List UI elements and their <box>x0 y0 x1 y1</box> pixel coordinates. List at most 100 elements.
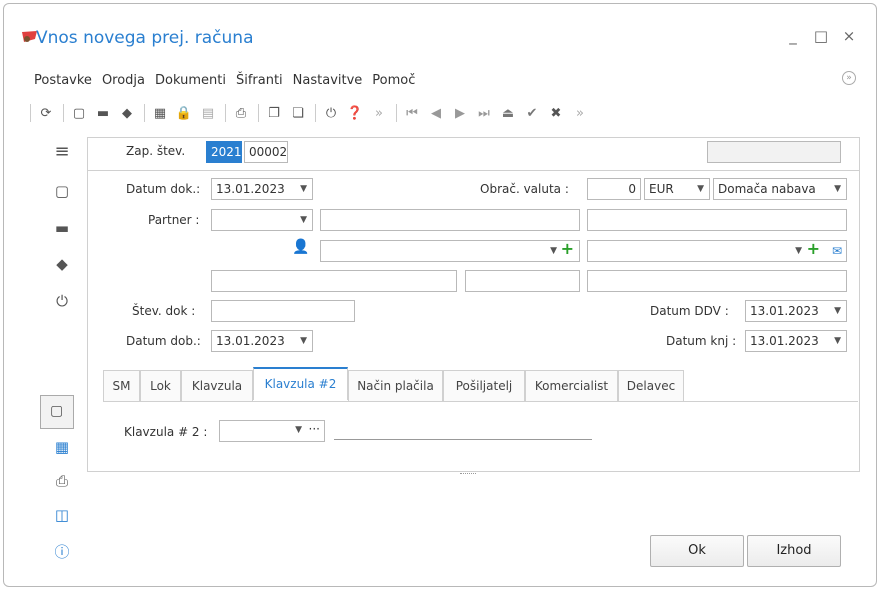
eraser-icon[interactable]: ◆ <box>118 104 136 122</box>
splitter-handle[interactable] <box>460 473 476 475</box>
datum-knj-label: Datum knj : <box>666 334 737 348</box>
menu-nastavitve[interactable]: Nastavitve <box>293 73 363 88</box>
klavzula-label: Klavzula # 2 : <box>124 425 208 439</box>
menu-sifranti[interactable]: Šifranti <box>236 73 283 88</box>
address-select[interactable]: ▼ + ✉ <box>587 240 847 262</box>
person-icon[interactable]: 👤 <box>292 239 309 255</box>
side-new-icon[interactable]: ▢ <box>50 182 74 200</box>
city-field[interactable] <box>587 270 847 292</box>
window-title: Vnos novega prej. računa <box>36 28 254 48</box>
datum-ddv-label: Datum DDV : <box>650 304 729 318</box>
datum-dok-label: Datum dok.: <box>126 182 201 196</box>
tab-posiljatelj[interactable]: Pošiljatelj <box>443 370 525 402</box>
hamburger-icon[interactable]: ≡ <box>50 141 74 162</box>
tab-lok[interactable]: Lok <box>140 370 181 402</box>
new-document-icon[interactable]: ▢ <box>70 104 88 122</box>
chevron-down-icon: ▼ <box>300 184 307 194</box>
chevron-down-icon: ▼ <box>795 246 802 256</box>
calculator-icon[interactable]: ▦ <box>151 104 169 122</box>
last-record-icon[interactable]: ⏭ <box>475 104 493 122</box>
tab-komercialist[interactable]: Komercialist <box>525 370 618 402</box>
contact-select[interactable]: ▼ + <box>320 240 580 262</box>
currency-select[interactable]: EUR ▼ <box>644 178 710 200</box>
print-icon[interactable]: ⎙ <box>232 104 250 122</box>
datum-knj-field[interactable]: 13.01.2023 ▼ <box>745 330 847 352</box>
app-window: Vnos novega prej. računa _ □ × Postavke … <box>3 3 877 587</box>
lock-icon[interactable]: 🔒 <box>175 104 193 122</box>
zap-label: Zap. štev. <box>126 144 186 158</box>
maximize-button[interactable]: □ <box>812 27 830 45</box>
power-icon[interactable]: ⏻ <box>322 104 340 122</box>
chevron-down-icon: ▼ <box>697 184 704 194</box>
more-button[interactable]: ··· <box>309 422 320 436</box>
more-circle-icon[interactable]: » <box>571 104 589 122</box>
post-field[interactable] <box>465 270 580 292</box>
copy-icon[interactable]: ❐ <box>265 104 283 122</box>
toolbar: ⟳ ▢ ▬ ◆ ▦ 🔒 ▤ ⎙ ❐ ❏ ⏻ ❓ » ⏮ ◀ ▶ ⏭ ⏏ ✔ ✖ … <box>30 102 595 124</box>
prev-record-icon[interactable]: ◀ <box>427 104 445 122</box>
menu-bar: Postavke Orodja Dokumenti Šifranti Nasta… <box>34 73 415 88</box>
mail-icon[interactable]: ✉ <box>832 241 842 261</box>
chevron-down-icon: ▼ <box>834 306 841 316</box>
side-info-icon[interactable]: ⓘ <box>50 541 74 562</box>
add-document-icon: ▢ <box>50 403 64 419</box>
chevron-down-icon: ▼ <box>300 336 307 346</box>
collapse-circle-icon[interactable]: » <box>370 104 388 122</box>
address-line-field[interactable] <box>211 270 457 292</box>
collapse-icon[interactable]: » <box>842 71 856 85</box>
menu-orodja[interactable]: Orodja <box>102 73 145 88</box>
tab-sm[interactable]: SM <box>103 370 140 402</box>
refresh-icon[interactable]: ⟳ <box>37 104 55 122</box>
side-columns-icon[interactable]: ◫ <box>50 506 74 524</box>
partner-name-field[interactable] <box>320 209 580 231</box>
menu-postavke[interactable]: Postavke <box>34 73 92 88</box>
grid-icon[interactable]: ▤ <box>199 104 217 122</box>
nabava-select[interactable]: Domača nabava ▼ <box>713 178 847 200</box>
stev-dok-field[interactable] <box>211 300 355 322</box>
side-print-icon[interactable]: ⎙ <box>50 472 74 490</box>
tab-klavzula[interactable]: Klavzula <box>181 370 253 402</box>
next-record-icon[interactable]: ▶ <box>451 104 469 122</box>
close-button[interactable]: × <box>840 27 858 45</box>
datum-dob-field[interactable]: 13.01.2023 ▼ <box>211 330 313 352</box>
menu-dokumenti[interactable]: Dokumenti <box>155 73 226 88</box>
partner-extra-field[interactable] <box>587 209 847 231</box>
exit-button[interactable]: Izhod <box>747 535 841 567</box>
year-field[interactable]: 2021 <box>206 141 242 163</box>
menu-pomoc[interactable]: Pomoč <box>372 73 415 88</box>
help-icon[interactable]: ❓ <box>346 104 364 122</box>
valuta-label: Obrač. valuta : <box>480 182 569 196</box>
side-power-icon[interactable]: ⏻ <box>50 292 74 310</box>
ok-button[interactable]: Ok <box>650 535 744 567</box>
number-field[interactable]: 00002 <box>244 141 288 163</box>
add-icon[interactable]: + <box>561 241 574 259</box>
side-add-button[interactable]: ▢ <box>40 395 74 429</box>
side-folder-icon[interactable]: ▬ <box>50 219 74 237</box>
datum-dob-label: Datum dob.: <box>126 334 201 348</box>
chevron-down-icon: ▼ <box>834 336 841 346</box>
confirm-icon[interactable]: ✔ <box>523 104 541 122</box>
paste-icon[interactable]: ❏ <box>289 104 307 122</box>
tab-klavzula-2[interactable]: Klavzula #2 <box>253 367 348 400</box>
folder-icon[interactable]: ▬ <box>94 104 112 122</box>
klavzula-select[interactable]: ▼ ··· <box>219 420 325 442</box>
klavzula-text-line <box>334 439 592 440</box>
add-icon[interactable]: + <box>807 241 820 259</box>
cancel-icon[interactable]: ✖ <box>547 104 565 122</box>
partner-select[interactable]: ▼ <box>211 209 313 231</box>
minimize-button[interactable]: _ <box>784 27 802 45</box>
chevron-down-icon: ▼ <box>550 246 557 256</box>
chevron-down-icon: ▼ <box>295 425 302 435</box>
side-eraser-icon[interactable]: ◆ <box>50 255 74 273</box>
datum-dok-field[interactable]: 13.01.2023 ▼ <box>211 178 313 200</box>
tab-delavec[interactable]: Delavec <box>618 370 684 402</box>
partner-label: Partner : <box>148 213 200 227</box>
chevron-down-icon: ▼ <box>300 215 307 225</box>
eject-icon[interactable]: ⏏ <box>499 104 517 122</box>
tab-panel <box>103 401 858 461</box>
datum-ddv-field[interactable]: 13.01.2023 ▼ <box>745 300 847 322</box>
valuta-amount-field[interactable]: 0 <box>587 178 641 200</box>
side-search-grid-icon[interactable]: ▦ <box>50 438 74 456</box>
tab-nacin-placila[interactable]: Način plačila <box>348 370 443 402</box>
first-record-icon[interactable]: ⏮ <box>403 104 421 122</box>
